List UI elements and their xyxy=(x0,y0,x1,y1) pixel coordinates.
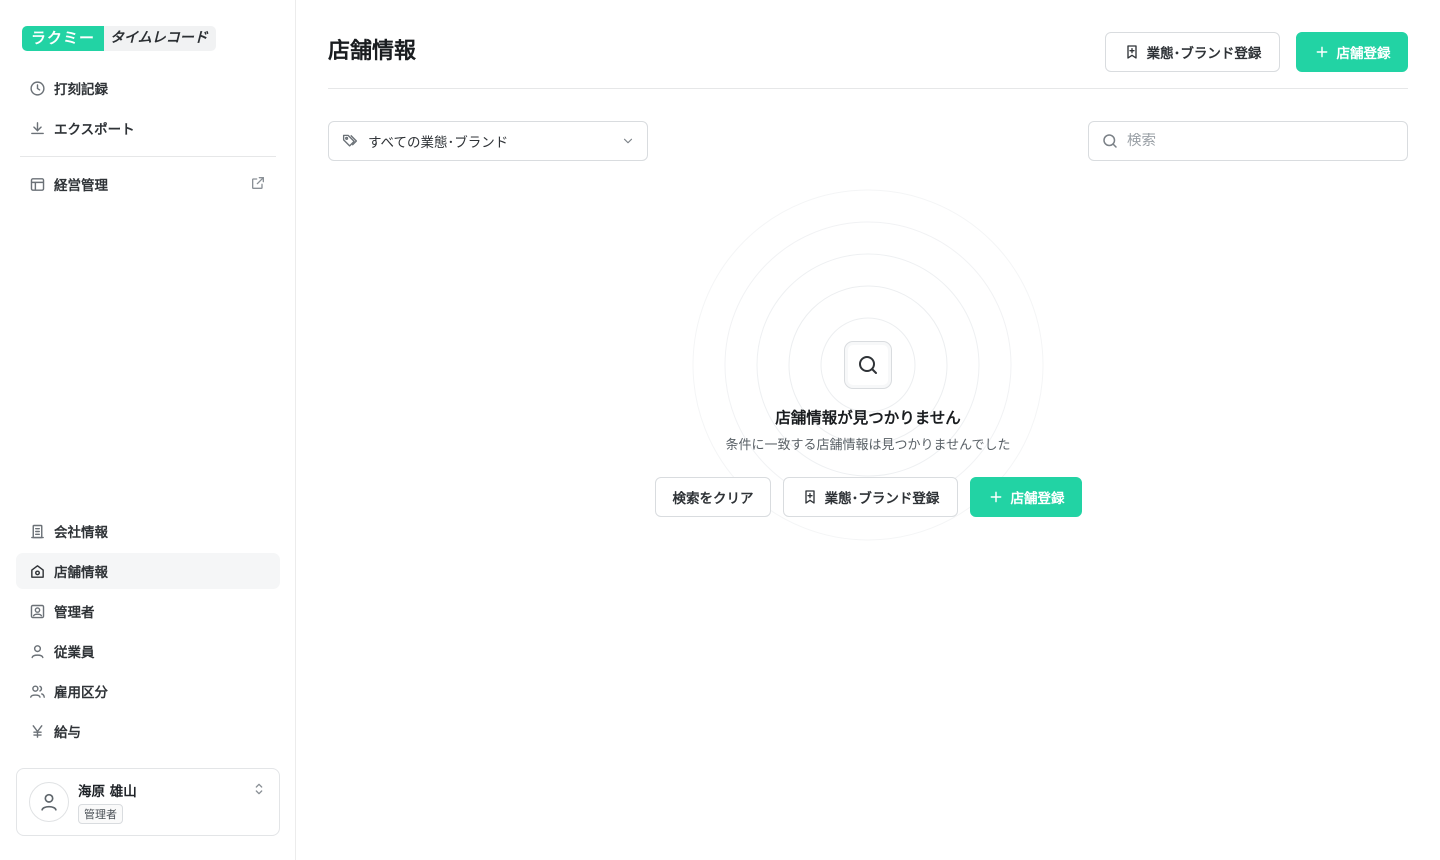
sidebar-item-company[interactable]: 会社情報 xyxy=(16,513,280,549)
external-link-icon xyxy=(250,175,268,193)
empty-brand-register-button[interactable]: 業態･ブランド登録 xyxy=(783,477,958,517)
avatar xyxy=(29,782,69,822)
brand-filter-value: すべての業態･ブランド xyxy=(368,135,509,151)
sidebar-item-label: 従業員 xyxy=(54,645,95,661)
sidebar-item-label: 会社情報 xyxy=(54,525,108,541)
sidebar: ラクミー タイムレコード 打刻記録 エクスポート 経営管理 会社情報 店舗情報 … xyxy=(0,0,296,860)
sidebar-item-label: 雇用区分 xyxy=(54,685,108,701)
download-icon xyxy=(28,119,46,137)
logo-main-text: ラクミー xyxy=(22,26,105,51)
sidebar-item-store[interactable]: 店舗情報 xyxy=(16,553,280,589)
empty-store-register-label: 店舗登録 xyxy=(1010,491,1065,507)
admin-icon xyxy=(28,602,46,620)
sidebar-item-admin[interactable]: 管理者 xyxy=(16,593,280,629)
store-register-label: 店舗登録 xyxy=(1336,46,1391,62)
plus-icon xyxy=(988,489,1004,505)
sidebar-item-employment-types[interactable]: 雇用区分 xyxy=(16,673,280,709)
app-root: ラクミー タイムレコード 打刻記録 エクスポート 経営管理 会社情報 店舗情報 … xyxy=(0,0,1440,860)
sidebar-item-label: 経営管理 xyxy=(54,178,108,194)
bookmark-plus-icon xyxy=(802,489,818,505)
main-content: 店舗情報 業態･ブランド登録 店舗登録 すべての業態･ブランド 検索 店舗情報が… xyxy=(296,0,1440,860)
logo-sub-text: タイムレコード xyxy=(104,26,216,51)
sidebar-item-label: 店舗情報 xyxy=(54,565,108,581)
user-name: 海原 雄山 xyxy=(78,784,137,800)
store-icon xyxy=(28,562,46,580)
user-icon xyxy=(28,642,46,660)
sidebar-item-employees[interactable]: 従業員 xyxy=(16,633,280,669)
sidebar-item-label: エクスポート xyxy=(54,122,135,138)
empty-state-description: 条件に一致する店舗情報は見つかりませんでした xyxy=(725,438,1011,453)
user-menu[interactable]: 海原 雄山 管理者 xyxy=(16,768,280,836)
empty-store-register-button[interactable]: 店舗登録 xyxy=(970,477,1082,517)
sidebar-item-management[interactable]: 経営管理 xyxy=(16,166,280,202)
sidebar-item-label: 給与 xyxy=(54,725,81,741)
layout-icon xyxy=(28,175,46,193)
brand-register-label: 業態･ブランド登録 xyxy=(1146,46,1262,62)
search-icon xyxy=(1101,132,1119,150)
brand-filter-select[interactable]: すべての業態･ブランド xyxy=(328,121,648,161)
empty-search-icon xyxy=(844,341,892,389)
users-icon xyxy=(28,682,46,700)
bookmark-plus-icon xyxy=(1124,44,1140,60)
clear-search-button[interactable]: 検索をクリア xyxy=(655,477,771,517)
sidebar-item-punch-records[interactable]: 打刻記録 xyxy=(16,70,280,106)
user-info: 海原 雄山 管理者 xyxy=(78,780,137,824)
app-logo[interactable]: ラクミー タイムレコード xyxy=(22,26,216,51)
tags-icon xyxy=(341,132,359,150)
empty-brand-register-label: 業態･ブランド登録 xyxy=(824,491,940,507)
chevron-down-icon xyxy=(621,134,635,152)
sidebar-item-export[interactable]: エクスポート xyxy=(16,110,280,146)
header-divider xyxy=(328,88,1408,89)
sidebar-item-label: 管理者 xyxy=(54,605,95,621)
plus-icon xyxy=(1314,44,1330,60)
clock-icon xyxy=(28,79,46,97)
user-role-badge: 管理者 xyxy=(78,804,123,824)
search-input[interactable] xyxy=(1127,133,1395,149)
store-register-button[interactable]: 店舗登録 xyxy=(1296,32,1408,72)
search-field[interactable] xyxy=(1088,121,1408,161)
yen-icon xyxy=(28,722,46,740)
brand-register-button[interactable]: 業態･ブランド登録 xyxy=(1105,32,1280,72)
empty-state-title: 店舗情報が見つかりません xyxy=(775,409,961,427)
sidebar-divider xyxy=(20,156,276,157)
chevrons-up-down-icon xyxy=(251,781,267,801)
page-title: 店舗情報 xyxy=(328,39,417,64)
building-icon xyxy=(28,522,46,540)
sidebar-item-salary[interactable]: 給与 xyxy=(16,713,280,749)
sidebar-item-label: 打刻記録 xyxy=(54,82,108,98)
clear-search-label: 検索をクリア xyxy=(672,491,754,507)
